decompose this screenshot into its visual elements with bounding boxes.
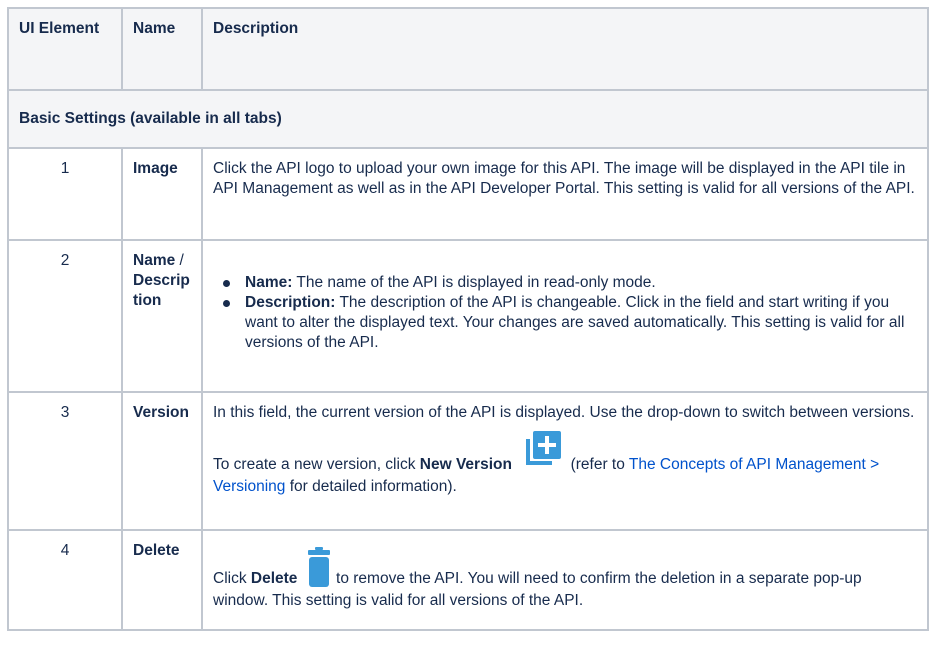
row-name: Name / Description xyxy=(121,239,203,393)
table-row: 1 Image Click the API logo to upload you… xyxy=(7,147,929,241)
page: UI Element Name Description Basic Settin… xyxy=(0,0,936,658)
version-desc-2: To create a new version, click New Versi… xyxy=(213,431,917,497)
row-description: Click the API logo to upload your own im… xyxy=(201,147,929,241)
row-name: Image xyxy=(121,147,203,241)
bullet-list: Name: The name of the API is displayed i… xyxy=(213,273,917,353)
row-name: Delete xyxy=(121,529,203,631)
section-row: Basic Settings (available in all tabs) xyxy=(7,89,929,149)
list-item: Name: The name of the API is displayed i… xyxy=(223,273,917,293)
row-name: Version xyxy=(121,391,203,531)
header-ui-element: UI Element xyxy=(7,7,123,91)
delete-label: Delete xyxy=(250,570,298,587)
text-segment: To create a new version, click xyxy=(213,456,420,473)
row-description: Name: The name of the API is displayed i… xyxy=(201,239,929,393)
trash-icon[interactable] xyxy=(307,547,330,593)
bullet-label: Description: xyxy=(245,294,336,311)
delete-desc: Click Delete to remove the API. You will… xyxy=(213,545,917,611)
version-desc-1: In this field, the current version of th… xyxy=(213,404,915,421)
row-name-label: Image xyxy=(133,160,178,177)
text-segment: for detailed information). xyxy=(285,478,457,495)
new-version-label: New Version xyxy=(419,456,512,473)
row-number: 3 xyxy=(7,391,123,531)
header-description: Description xyxy=(201,7,929,91)
row-name-label: Version xyxy=(133,404,189,421)
table-header-row: UI Element Name Description xyxy=(7,7,929,91)
table-row: 2 Name / Description Name: The name of t… xyxy=(7,239,929,393)
row-name-label: Delete xyxy=(133,542,180,559)
text-segment: Click xyxy=(213,570,251,587)
text-segment: (refer to xyxy=(566,456,629,473)
section-heading: Basic Settings (available in all tabs) xyxy=(7,89,929,149)
header-name: Name xyxy=(121,7,203,91)
row-number: 1 xyxy=(7,147,123,241)
bullet-text: The name of the API is displayed in read… xyxy=(292,274,656,291)
row-description: Click Delete to remove the API. You will… xyxy=(201,529,929,631)
bullet-label: Name: xyxy=(245,274,293,291)
table-row: 4 Delete Click Delete to remove the API.… xyxy=(7,529,929,631)
settings-table: UI Element Name Description Basic Settin… xyxy=(7,7,929,631)
table-row: 3 Version In this field, the current ver… xyxy=(7,391,929,531)
row-number: 4 xyxy=(7,529,123,631)
row-description: In this field, the current version of th… xyxy=(201,391,929,531)
list-item: Description: The description of the API … xyxy=(223,293,917,353)
new-version-icon[interactable] xyxy=(524,431,562,471)
row-name-label: Name xyxy=(133,252,176,269)
bullet-text: The description of the API is changeable… xyxy=(245,294,905,351)
row-number: 2 xyxy=(7,239,123,393)
